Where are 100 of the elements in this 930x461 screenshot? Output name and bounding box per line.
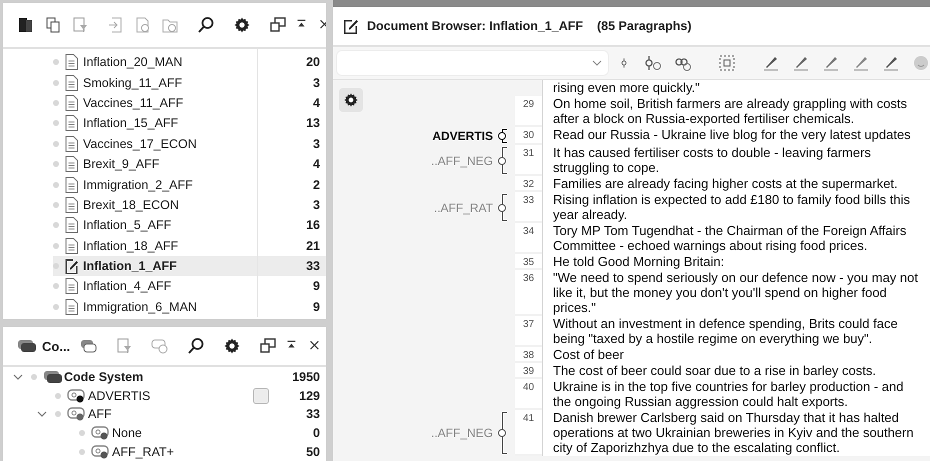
status-dot [53,283,59,290]
documents-icon[interactable] [17,16,35,34]
paragraph-text: Families are already facing higher costs at the supermarket. [542,176,930,192]
document-icon [65,74,78,91]
paragraph-number: 34 [515,223,542,254]
chevron-icon[interactable] [37,409,47,420]
highlighter-icon[interactable] [822,54,840,72]
document-row[interactable]: Immigration_6_MAN 9 [53,296,326,318]
status-dot [79,448,85,455]
status-dot [79,430,85,436]
paragraph-text: Read our Russia - Ukraine live blog for the very latest updates [542,127,930,145]
document-row[interactable]: Brexit_18_ECON 3 [53,194,326,216]
status-dot [53,140,59,147]
document-row[interactable]: Smoking_11_AFF 3 [53,72,326,93]
code-count: 0 [313,426,320,440]
paragraph-text: Rising inflation is expected to add £180 to family food bills this year already. [542,192,930,223]
chevron-icon[interactable] [592,58,602,68]
code-name[interactable]: None [112,426,142,440]
document-icon [65,94,78,111]
paragraph-number: 36 [515,270,542,316]
paragraph-text: rising even more quickly." [542,80,930,96]
search-icon[interactable] [187,337,206,355]
code-pin-icon[interactable] [644,54,662,72]
paragraph-number: 29 [515,96,542,127]
document-icon [65,115,78,132]
code-count: 50 [306,444,320,459]
paragraph-text: Cost of beer [542,347,930,363]
selection-icon[interactable] [718,54,736,72]
document-row[interactable]: Inflation_18_AFF 21 [53,236,326,256]
document-row[interactable]: Immigration_2_AFF 2 [53,174,326,195]
window-title: Document Browser: Inflation_1_AFF [367,19,583,33]
status-dot [53,161,59,168]
document-row[interactable]: Vaccines_17_ECON 3 [53,134,326,154]
code-name[interactable]: AFF_RAT+ [112,444,174,459]
status-dot [31,374,37,380]
chevron-icon[interactable] [13,372,23,382]
paragraph-number: 31 [515,145,542,176]
paragraph-text: Tory MP Tom Tugendhat - the Chairman of the Foreign Affairs Committee - echoed warnings about rising food prices. [542,223,930,254]
status-dot [53,263,59,270]
document-row[interactable]: Inflation_20_MAN 20 [53,52,326,72]
paragraph-text: Ukraine is in the top five countries for barley production - and the ongoing Russian aggression could halt exports. [542,379,930,410]
settings-icon[interactable] [223,337,242,355]
highlighter-icon[interactable] [792,54,810,72]
document-row[interactable]: Inflation_1_AFF 33 [53,256,326,276]
status-dot [53,304,59,310]
code-bracket[interactable] [498,129,509,143]
paragraph-number: 38 [515,347,542,363]
paragraph-text: On home soil, British farmers are already grappling with costs after a block on Russia-exported fertiliser chemicals. [542,96,930,127]
settings-icon[interactable] [233,16,251,34]
paragraph-number: 30 [515,127,542,145]
paragraph-number: 39 [515,363,542,379]
document-icon [65,196,78,213]
paragraph-number: 37 [515,316,542,347]
paragraph-count: (85 Paragraphs) [597,19,692,33]
undock-icon[interactable] [269,16,287,34]
settings-icon [343,92,359,108]
code-name[interactable]: ADVERTIS [88,388,150,403]
highlighter-icon[interactable] [762,54,780,72]
status-dot [53,120,59,126]
document-row[interactable]: Vaccines_11_AFF 4 [53,92,326,114]
paragraph-number: 35 [515,254,542,270]
status-dot [53,59,59,66]
filter-document-icon[interactable] [71,16,89,34]
document-row[interactable]: Inflation_15_AFF 13 [53,113,326,134]
filter-document-icon[interactable] [115,337,134,355]
status-dot [53,182,59,188]
highlighter-icon[interactable] [882,54,900,72]
paragraph-text: He told Good Morning Britain: [542,254,930,270]
code-label[interactable]: ADVERTIS [432,129,493,143]
code-bracket[interactable] [498,194,509,221]
document-row[interactable]: Inflation_5_AFF 16 [53,215,326,236]
paragraph-number: 32 [515,176,542,192]
document-icon [65,54,78,70]
status-dot [53,222,59,228]
search-icon[interactable] [197,16,215,34]
undock-icon[interactable] [259,337,278,355]
paragraph-text: "We need to spend seriously on our defence now - you may not like it, but the money you don't you'll spend on higher food prices." [542,270,930,316]
document-set-icon[interactable] [44,16,62,34]
paragraph-text: Danish brewer Carlsberg said on Thursday that it has halted operations at two Ukrainian breweries in Kyiv and the southern city of Zaporizhzhya due to the escalating conflict. [542,410,930,456]
highlighter-icon[interactable] [852,54,870,72]
code-marker[interactable] [253,388,270,404]
code-name[interactable]: AFF [88,407,112,422]
status-dot [55,411,61,418]
code-bracket[interactable] [498,412,509,454]
paragraph-text: The cost of beer could soar due to a rise in barley costs. [542,363,930,379]
paragraph-number: 41 [515,410,542,456]
document-icon [65,278,78,294]
document-icon [65,176,78,193]
panel-title: Co... [42,338,70,354]
code-bracket[interactable] [498,147,509,174]
document-row[interactable]: Inflation_4_AFF 9 [53,276,326,297]
code-sets-icon[interactable] [79,337,98,355]
edit-document-icon [343,18,359,34]
document-row[interactable]: Brexit_9_AFF 4 [53,154,326,174]
document-icon [65,298,78,315]
code-system-icon[interactable] [17,339,37,353]
status-dot [53,80,59,86]
settings-button[interactable] [339,88,363,112]
code-name[interactable]: Code System [64,370,144,384]
status-dot [53,242,59,249]
